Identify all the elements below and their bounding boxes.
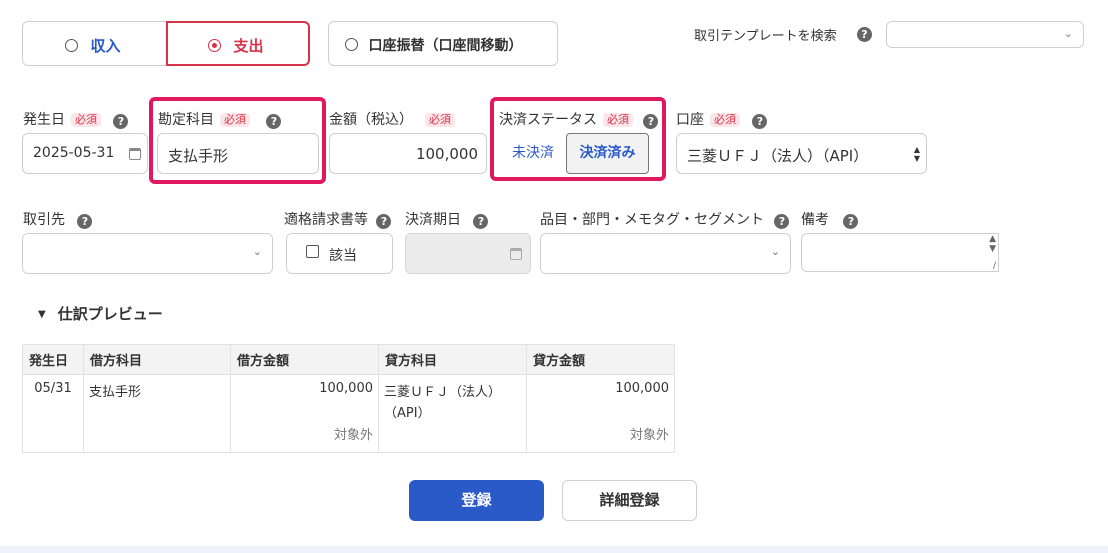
due-date-label: 決済期日 ? bbox=[405, 209, 489, 229]
partner-label: 取引先 ? bbox=[23, 209, 93, 229]
invoice-label: 適格請求書等 ? bbox=[284, 209, 392, 229]
date-label: 発生日 必須 ? bbox=[23, 109, 129, 129]
tab-income-label: 収入 bbox=[90, 37, 121, 55]
checkbox[interactable] bbox=[306, 245, 319, 258]
preview-table: 発生日 借方科目 借方金額 貸方科目 貸方金額 05/31 支払手形 100,0… bbox=[22, 344, 675, 453]
header-credit-amount: 貸方金額 bbox=[526, 344, 675, 375]
radio-icon bbox=[65, 39, 78, 52]
partner-select[interactable]: ⌄ bbox=[22, 233, 273, 274]
spinner-icon: ▲ ▼ bbox=[989, 234, 996, 254]
table-row: 05/31 支払手形 100,000 対象外 三菱ＵＦＪ（法人） （API） 1… bbox=[22, 374, 675, 453]
memo-textarea[interactable]: ▲ ▼ ∕ bbox=[801, 233, 999, 272]
preview-table-wrap: 発生日 借方科目 借方金額 貸方科目 貸方金額 05/31 支払手形 100,0… bbox=[22, 344, 675, 453]
help-icon[interactable]: ? bbox=[473, 214, 489, 229]
radio-selected-icon bbox=[208, 39, 221, 52]
cell-debit-account: 支払手形 bbox=[83, 374, 231, 453]
help-icon[interactable]: ? bbox=[77, 214, 93, 229]
invoice-checkbox-label: 該当 bbox=[329, 248, 357, 264]
account-title-value: 支払手形 bbox=[168, 147, 229, 165]
amount-value: 100,000 bbox=[415, 145, 478, 163]
radio-icon bbox=[345, 38, 358, 51]
preview-toggle[interactable]: ▼ 仕訳プレビュー bbox=[38, 303, 163, 324]
help-icon[interactable]: ? bbox=[843, 214, 859, 229]
header-debit-amount: 借方金額 bbox=[230, 344, 379, 375]
header-debit-account: 借方科目 bbox=[83, 344, 231, 375]
account-title-input[interactable]: 支払手形 bbox=[157, 133, 319, 174]
header-credit-account: 貸方科目 bbox=[378, 344, 527, 375]
preview-title: 仕訳プレビュー bbox=[57, 305, 163, 323]
help-icon[interactable]: ? bbox=[857, 27, 872, 42]
account-label: 口座 必須 ? bbox=[676, 109, 768, 129]
status-settled-button[interactable]: 決済済み bbox=[566, 133, 649, 174]
due-date-input bbox=[405, 233, 531, 274]
detail-register-button[interactable]: 詳細登録 bbox=[562, 480, 697, 521]
tab-transfer-label: 口座振替（口座間移動） bbox=[368, 38, 523, 54]
date-input[interactable]: 2025-05-31 bbox=[22, 133, 148, 174]
memo-label: 備考 ? bbox=[801, 209, 859, 229]
cell-credit-amount: 100,000 対象外 bbox=[526, 374, 675, 453]
table-header-row: 発生日 借方科目 借方金額 貸方科目 貸方金額 bbox=[22, 344, 675, 375]
register-button[interactable]: 登録 bbox=[409, 480, 544, 521]
items-label: 品目・部門・メモタグ・セグメント ? bbox=[540, 209, 790, 229]
cell-debit-amount: 100,000 対象外 bbox=[230, 374, 379, 453]
cell-date: 05/31 bbox=[22, 374, 84, 453]
resize-handle-icon[interactable]: ∕ bbox=[993, 261, 996, 271]
amount-label: 金額（税込） 必須 bbox=[329, 109, 455, 129]
tab-expense[interactable]: 支出 bbox=[166, 21, 310, 66]
invoice-checkbox-box[interactable]: 該当 bbox=[286, 233, 393, 274]
caret-down-icon: ▼ bbox=[38, 309, 46, 320]
cell-credit-account: 三菱ＵＦＪ（法人） （API） bbox=[378, 374, 527, 453]
status-toggle: 未決済 決済済み bbox=[500, 133, 650, 174]
date-value: 2025-05-31 bbox=[33, 145, 115, 161]
tab-transfer[interactable]: 口座振替（口座間移動） bbox=[328, 21, 558, 66]
help-icon[interactable]: ? bbox=[752, 114, 768, 129]
chevron-down-icon: ⌄ bbox=[1063, 27, 1073, 40]
footer-bar bbox=[0, 546, 1108, 553]
calendar-icon bbox=[510, 248, 522, 260]
template-search-label: 取引テンプレートを検索 bbox=[694, 29, 837, 44]
help-icon[interactable]: ? bbox=[376, 214, 392, 229]
help-icon[interactable]: ? bbox=[113, 114, 129, 129]
status-unsettled-button[interactable]: 未決済 bbox=[500, 133, 566, 174]
tab-expense-label: 支出 bbox=[233, 37, 264, 55]
calendar-icon[interactable] bbox=[129, 148, 141, 160]
template-search-select[interactable]: ⌄ bbox=[886, 21, 1084, 48]
amount-input[interactable]: 100,000 bbox=[329, 133, 487, 174]
chevron-down-icon: ⌄ bbox=[252, 245, 262, 258]
chevron-down-icon: ⌄ bbox=[770, 245, 780, 258]
tab-income[interactable]: 収入 bbox=[22, 21, 168, 66]
account-value: 三菱ＵＦＪ（法人）（API） bbox=[687, 147, 869, 165]
account-select[interactable]: 三菱ＵＦＪ（法人）（API） ▲ ▼ bbox=[676, 133, 927, 174]
select-arrows-icon: ▲ ▼ bbox=[913, 145, 920, 163]
help-icon[interactable]: ? bbox=[774, 214, 790, 229]
items-select[interactable]: ⌄ bbox=[540, 233, 791, 274]
header-date: 発生日 bbox=[22, 344, 84, 375]
